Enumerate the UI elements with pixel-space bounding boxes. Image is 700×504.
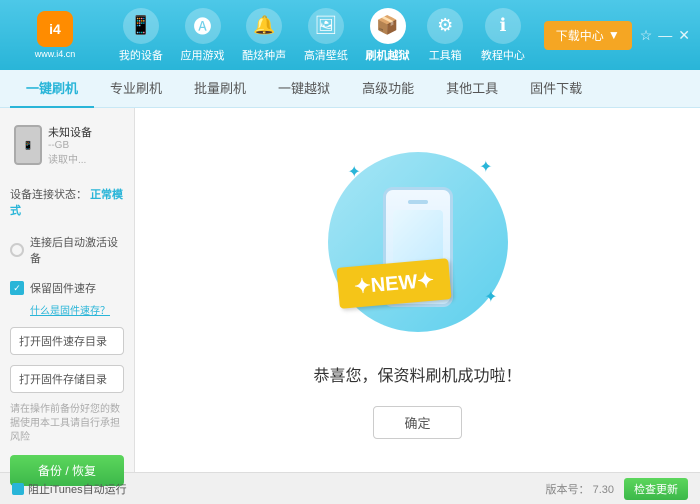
logo-icon: i4 [37,11,73,47]
subnav: 一键刷机 专业刷机 批量刷机 一键越狱 高级功能 其他工具 固件下载 [0,70,700,108]
nav-app-games[interactable]: 🅐 应用游戏 [181,8,225,63]
ringtones-icon: 🔔 [246,8,282,44]
content-area: ✦NEW✦ ✦ ✦ ✦ 恭喜您，保资料刷机成功啦！ 确定 [135,108,700,472]
nav-ringtones[interactable]: 🔔 酷炫种声 [242,8,286,63]
illustration: ✦NEW✦ ✦ ✦ ✦ [318,142,518,342]
save-firmware-checkbox[interactable] [10,281,24,295]
subnav-one-click-jailbreak[interactable]: 一键越狱 [262,70,346,108]
download-arrow-icon: ▼ [608,28,620,42]
subnav-one-click-flash[interactable]: 一键刷机 [10,70,94,108]
device-status: 读取中... [48,151,92,166]
nav-tutorial[interactable]: ℹ 教程中心 [481,8,525,63]
device-name: 未知设备 [48,124,92,140]
header: i4 www.i4.cn 📱 我的设备 🅐 应用游戏 🔔 酷炫种声 🖼 高清壁纸… [0,0,700,70]
main-area: 📱 未知设备 --GB 读取中... 设备连接状态： 正常模式 连接后自动激活设… [0,108,700,472]
auto-activate-radio[interactable] [10,243,24,257]
minimize-icon[interactable]: — [658,27,672,44]
device-text: 未知设备 --GB 读取中... [48,124,92,166]
subnav-other-tools[interactable]: 其他工具 [430,70,514,108]
subnav-advanced[interactable]: 高级功能 [346,70,430,108]
nav-flash[interactable]: 📦 刷机越狱 [366,8,410,63]
device-phone-icon: 📱 [14,125,42,165]
app-games-icon: 🅐 [185,8,221,44]
check-update-btn[interactable]: 检查更新 [624,478,688,500]
window-controls: ☆ — ✕ [640,27,690,44]
sparkle-1-icon: ✦ [348,162,361,182]
nav-tools[interactable]: ⚙ 工具箱 [427,8,463,63]
main-nav: 📱 我的设备 🅐 应用游戏 🔔 酷炫种声 🖼 高清壁纸 📦 刷机越狱 ⚙ 工具箱… [100,8,544,63]
download-btn[interactable]: 下载中心 ▼ [544,21,632,50]
version-label: 版本号： 7.30 [546,481,614,497]
subnav-firmware-download[interactable]: 固件下载 [514,70,598,108]
subnav-batch-flash[interactable]: 批量刷机 [178,70,262,108]
warn-text: 请在操作前备份好您的数据使用本工具请自行承担风险 [10,403,124,445]
close-icon[interactable]: ✕ [678,27,690,44]
logo-url: www.i4.cn [35,49,76,59]
my-device-icon: 📱 [123,8,159,44]
sparkle-3-icon: ✦ [484,287,497,307]
phone-speaker [408,200,428,204]
connection-status-row: 设备连接状态： 正常模式 [10,182,124,222]
subnav-pro-flash[interactable]: 专业刷机 [94,70,178,108]
open-firmware-dir-btn[interactable]: 打开固件速存目录 [10,327,124,355]
tools-icon: ⚙ [427,8,463,44]
header-right: 下载中心 ▼ ☆ — ✕ [544,21,690,50]
footer-right: 版本号： 7.30 检查更新 [546,478,688,500]
nav-my-device[interactable]: 📱 我的设备 [119,8,163,63]
confirm-btn[interactable]: 确定 [373,406,461,439]
sidebar: 📱 未知设备 --GB 读取中... 设备连接状态： 正常模式 连接后自动激活设… [0,108,135,472]
settings-icon[interactable]: ☆ [640,27,653,44]
device-info: 📱 未知设备 --GB 读取中... [10,118,124,172]
tutorial-icon: ℹ [485,8,521,44]
sparkle-2-icon: ✦ [479,157,492,177]
nav-wallpaper[interactable]: 🖼 高清壁纸 [304,8,348,63]
flash-icon: 📦 [370,8,406,44]
device-gb: --GB [48,140,92,151]
auto-activate-row: 连接后自动激活设备 [10,232,124,268]
itunes-check-row: 阻止iTunes自动运行 [12,481,127,497]
firmware-link[interactable]: 什么是固件速存？ [10,302,124,317]
success-text: 恭喜您，保资料刷机成功啦！ [313,362,521,386]
itunes-checkbox[interactable] [12,483,24,495]
open-current-dir-btn[interactable]: 打开固件存储目录 [10,365,124,393]
save-firmware-section: 保留固件速存 什么是固件速存？ [10,278,124,317]
logo-area: i4 www.i4.cn [10,11,100,59]
wallpaper-icon: 🖼 [308,8,344,44]
save-firmware-row: 保留固件速存 [10,278,124,298]
